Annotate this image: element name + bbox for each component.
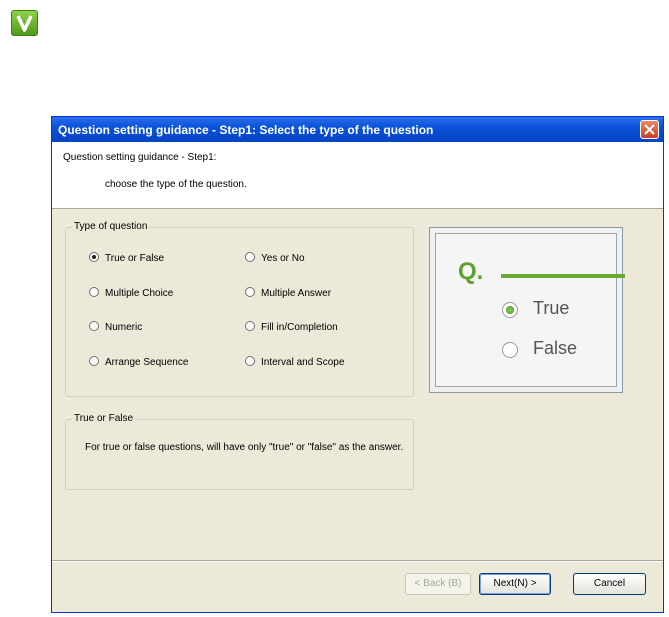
desc-group-legend: True or False [72, 413, 136, 424]
radio-label: Arrange Sequence [105, 357, 189, 368]
question-preview-image: Q. True False [429, 227, 625, 393]
radio-button[interactable] [245, 287, 255, 298]
radio-label: Fill in/Completion [261, 322, 338, 333]
next-button[interactable]: Next(N) > [479, 573, 551, 595]
radio-numeric[interactable]: Numeric [89, 321, 143, 333]
window-title: Question setting guidance - Step1: Selec… [58, 123, 434, 137]
radio-label: True or False [105, 253, 165, 264]
radio-fill-in-completion[interactable]: Fill in/Completion [245, 321, 338, 333]
radio-label: Numeric [105, 322, 143, 333]
footer-separator [52, 560, 663, 562]
radio-button[interactable] [89, 356, 99, 367]
radio-button[interactable] [245, 356, 255, 367]
radio-label: Interval and Scope [261, 357, 345, 368]
preview-false-radio-icon [502, 342, 518, 358]
preview-false-label: False [533, 338, 578, 358]
back-button[interactable]: < Back (B) [405, 573, 471, 595]
radio-label: Yes or No [261, 253, 305, 264]
radio-button[interactable] [245, 252, 255, 263]
close-button[interactable] [640, 120, 659, 139]
wizard-header: Question setting guidance - Step1: choos… [52, 142, 663, 209]
header-instruction: choose the type of the question. [105, 179, 247, 190]
preview-true-radio-icon [502, 302, 518, 318]
type-description-group: True or False For true or false question… [65, 413, 414, 490]
radio-arrange-sequence[interactable]: Arrange Sequence [89, 356, 189, 368]
radio-button[interactable] [89, 287, 99, 298]
preview-frame: Q. True False [435, 233, 625, 387]
radio-button[interactable] [245, 321, 255, 332]
question-guidance-dialog: Question setting guidance - Step1: Selec… [51, 116, 664, 613]
radio-button[interactable] [89, 321, 99, 332]
radio-multiple-answer[interactable]: Multiple Answer [245, 287, 332, 299]
header-step-title: Question setting guidance - Step1: [63, 152, 217, 163]
type-of-question-group: Type of question True or False Yes or No… [65, 221, 414, 397]
cancel-button[interactable]: Cancel [573, 573, 646, 595]
close-icon [644, 124, 655, 135]
type-description-text: For true or false questions, will have o… [85, 442, 404, 453]
type-group-legend: Type of question [72, 221, 150, 232]
radio-interval-and-scope[interactable]: Interval and Scope [245, 356, 345, 368]
radio-button-selected[interactable] [89, 252, 99, 263]
v-logo-icon [11, 10, 38, 36]
preview-q-label: Q. [458, 258, 484, 285]
radio-true-or-false[interactable]: True or False [89, 252, 165, 264]
preview-true-label: True [533, 298, 570, 318]
radio-label: Multiple Answer [261, 288, 332, 299]
radio-yes-or-no[interactable]: Yes or No [245, 252, 305, 264]
title-bar[interactable]: Question setting guidance - Step1: Selec… [52, 117, 663, 142]
preview-answer-line [501, 274, 625, 278]
radio-multiple-choice[interactable]: Multiple Choice [89, 287, 174, 299]
radio-label: Multiple Choice [105, 288, 174, 299]
